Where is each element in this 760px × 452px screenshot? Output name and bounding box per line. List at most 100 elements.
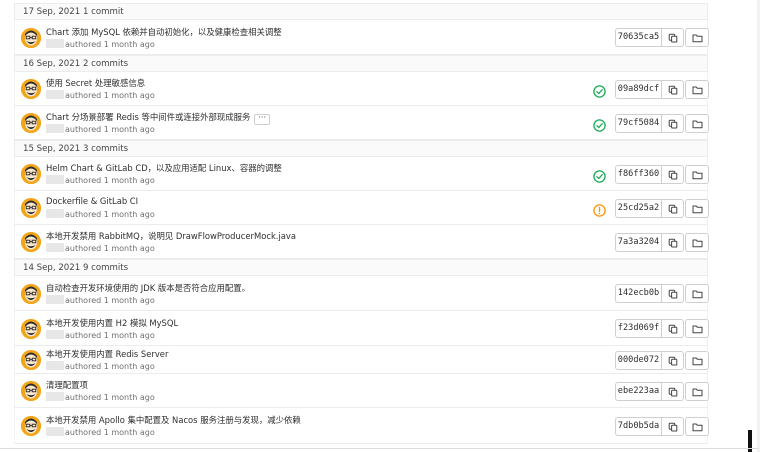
commit-sha-label[interactable]: 79cf5084 xyxy=(615,113,662,133)
avatar-icon[interactable] xyxy=(21,79,41,99)
exclamation-circle-icon[interactable] xyxy=(593,202,606,217)
commit-title-link[interactable]: 本地开发使用内置 H2 模拟 MySQL xyxy=(46,318,178,328)
avatar-icon[interactable] xyxy=(21,198,41,218)
copy-sha-button[interactable] xyxy=(662,113,684,133)
commit-meta: authored 1 month ago xyxy=(46,243,155,253)
commit-title-wrap: Chart 分场景部署 Redis 等中间件或连接外部现成服务 ··· xyxy=(46,111,270,125)
commit-authored-time: authored 1 month ago xyxy=(65,428,155,437)
copy-sha-button[interactable] xyxy=(662,198,684,218)
avatar-icon[interactable] xyxy=(21,318,41,339)
commit-row[interactable]: 使用 Secret 处理敏感信息 authored 1 month ago 09a8… xyxy=(14,72,709,106)
commit-title-link[interactable]: 本地开发禁用 RabbitMQ，说明见 DrawFlowProducerMock… xyxy=(46,231,296,241)
check-circle-icon[interactable] xyxy=(593,117,606,132)
copy-icon xyxy=(668,80,678,99)
folder-icon xyxy=(692,80,703,99)
commit-sha-group: ebe223aa xyxy=(615,381,684,401)
commit-sha-label[interactable]: 09a89dcf xyxy=(615,79,662,99)
commit-title-link[interactable]: 使用 Secret 处理敏感信息 xyxy=(46,78,145,88)
commit-sha-label[interactable]: 000de072 xyxy=(615,350,662,370)
commit-meta: authored 1 month ago xyxy=(46,392,155,402)
commit-title-link[interactable]: Chart 添加 MySQL 依赖并自动初始化，以及健康检查相关调整 xyxy=(46,27,282,37)
avatar-icon[interactable] xyxy=(21,232,41,252)
commit-sha-group: 25cd25a2 xyxy=(615,198,684,218)
copy-sha-button[interactable] xyxy=(662,232,684,252)
browse-files-button[interactable] xyxy=(685,164,709,184)
browse-files-button[interactable] xyxy=(685,79,709,99)
avatar-icon[interactable] xyxy=(21,164,41,184)
copy-sha-button[interactable] xyxy=(662,416,684,436)
author-name-redacted xyxy=(46,361,64,370)
commit-title-link[interactable]: 清理配置项 xyxy=(46,380,88,390)
commit-row[interactable]: Helm Chart & GitLab CD，以及应用适配 Linux、容器的调… xyxy=(14,157,709,191)
browse-files-button[interactable] xyxy=(685,28,709,47)
browse-files-button[interactable] xyxy=(685,232,709,252)
avatar-icon[interactable] xyxy=(21,283,41,304)
commit-sha-label[interactable]: f23d069f xyxy=(615,319,662,338)
copy-sha-button[interactable] xyxy=(662,164,684,184)
commit-meta: authored 1 month ago xyxy=(46,361,155,371)
folder-icon xyxy=(692,284,703,303)
browse-files-button[interactable] xyxy=(685,416,709,436)
commit-row[interactable]: Chart 分场景部署 Redis 等中间件或连接外部现成服务 ··· author… xyxy=(14,106,709,140)
commit-title-link[interactable]: Dockerfile & GitLab CI xyxy=(46,196,138,206)
commit-sha-label[interactable]: f86ff360 xyxy=(615,164,662,184)
commit-title-link[interactable]: 本地开发使用内置 Redis Server xyxy=(46,349,168,359)
commit-sha-label[interactable]: 25cd25a2 xyxy=(615,198,662,218)
commit-date: 16 Sep, 2021 xyxy=(23,59,81,69)
commit-row[interactable]: Chart 添加 MySQL 依赖并自动初始化，以及健康检查相关调整 author… xyxy=(14,20,709,55)
commit-meta: authored 1 month ago xyxy=(46,427,155,437)
copy-icon xyxy=(668,284,678,303)
folder-icon xyxy=(692,233,703,252)
commit-list: 17 Sep, 2021 1 commit Chart 添加 MySQL 依赖并自… xyxy=(14,3,709,444)
copy-sha-button[interactable] xyxy=(662,28,684,47)
avatar-icon[interactable] xyxy=(21,350,41,370)
commit-date-header: 17 Sep, 2021 1 commit xyxy=(14,3,708,20)
commit-count: 1 commit xyxy=(82,7,124,17)
browse-files-button[interactable] xyxy=(685,113,709,133)
author-name-redacted xyxy=(46,243,64,252)
commit-sha-label[interactable]: 70635ca5 xyxy=(615,28,662,47)
browse-files-button[interactable] xyxy=(685,198,709,218)
commit-title-link[interactable]: Chart 分场景部署 Redis 等中间件或连接外部现成服务 xyxy=(46,112,250,122)
commit-row[interactable]: 清理配置项 authored 1 month ago ebe223aa xyxy=(14,374,709,408)
commit-sha-label[interactable]: ebe223aa xyxy=(615,381,662,401)
browse-files-button[interactable] xyxy=(685,350,709,370)
ellipsis-icon[interactable]: ··· xyxy=(254,114,270,125)
author-name-redacted xyxy=(46,329,64,339)
browse-files-button[interactable] xyxy=(685,319,709,338)
commit-row[interactable]: 本地开发禁用 Apollo 集中配置及 Nacos 服务注册与发现，减少依赖 au… xyxy=(14,408,709,444)
commit-sha-label[interactable]: 7a3a3204 xyxy=(615,232,662,252)
commit-row[interactable]: Dockerfile & GitLab CI authored 1 month a… xyxy=(14,191,709,225)
copy-sha-button[interactable] xyxy=(662,381,684,401)
copy-sha-button[interactable] xyxy=(662,79,684,99)
avatar-icon[interactable] xyxy=(21,381,41,401)
copy-icon xyxy=(668,199,678,218)
browse-files-button[interactable] xyxy=(685,381,709,401)
copy-sha-button[interactable] xyxy=(662,284,684,303)
browse-files-button[interactable] xyxy=(685,284,709,303)
folder-icon xyxy=(692,114,703,133)
commit-sha-label[interactable]: 7db0b5da xyxy=(615,416,662,436)
commit-sha-label[interactable]: 142ecb0b xyxy=(615,284,662,303)
avatar-icon[interactable] xyxy=(21,27,41,48)
commit-row[interactable]: 自动检查开发环境使用的 JDK 版本是否符合应用配置。 authored 1 mo… xyxy=(14,276,709,311)
author-name-redacted xyxy=(46,294,64,304)
commit-row[interactable]: 本地开发禁用 RabbitMQ，说明见 DrawFlowProducerMock… xyxy=(14,225,709,259)
commit-row[interactable]: 本地开发使用内置 Redis Server authored 1 month ag… xyxy=(14,346,709,374)
commit-title-wrap: 清理配置项 xyxy=(46,379,88,391)
commit-row[interactable]: 本地开发使用内置 H2 模拟 MySQL authored 1 month ago… xyxy=(14,311,709,346)
copy-icon xyxy=(668,319,678,338)
commit-title-link[interactable]: 自动检查开发环境使用的 JDK 版本是否符合应用配置。 xyxy=(46,283,250,293)
check-circle-icon[interactable] xyxy=(593,168,606,183)
copy-icon xyxy=(668,351,678,370)
copy-sha-button[interactable] xyxy=(662,350,684,370)
commit-date: 15 Sep, 2021 xyxy=(23,144,81,154)
commit-title-link[interactable]: 本地开发禁用 Apollo 集中配置及 Nacos 服务注册与发现，减少依赖 xyxy=(46,415,301,425)
copy-icon xyxy=(668,382,678,401)
folder-icon xyxy=(692,319,703,338)
check-circle-icon[interactable] xyxy=(593,83,606,98)
copy-sha-button[interactable] xyxy=(662,319,684,338)
commit-title-link[interactable]: Helm Chart & GitLab CD，以及应用适配 Linux、容器的调… xyxy=(46,163,282,173)
avatar-icon[interactable] xyxy=(21,113,41,133)
avatar-icon[interactable] xyxy=(21,416,41,436)
